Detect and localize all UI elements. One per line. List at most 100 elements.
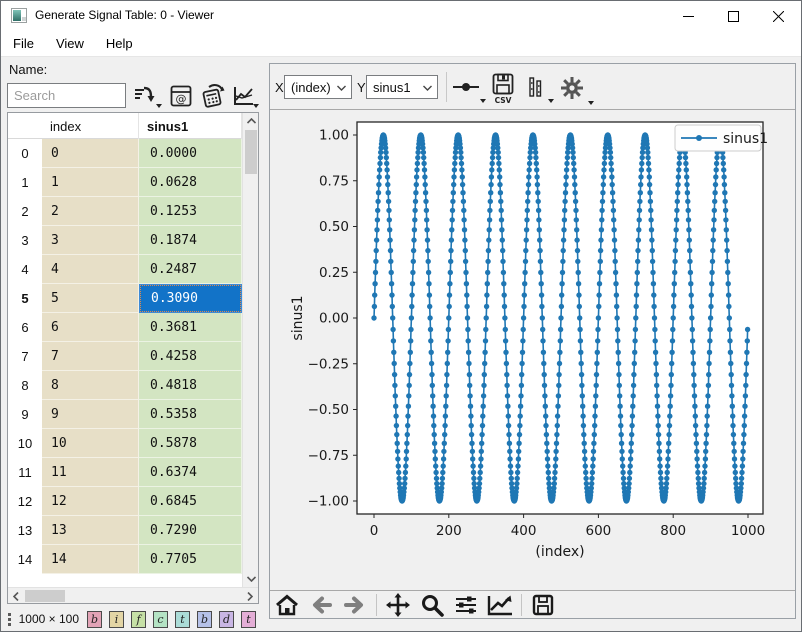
title-bar[interactable]: Generate Signal Table: 0 - Viewer [1, 1, 801, 31]
cell-index[interactable]: 10 [42, 429, 139, 458]
menu-file[interactable]: File [3, 32, 44, 55]
cell-sinus1[interactable]: 0.4818 [139, 371, 242, 400]
y-axis-selector-label: Y [357, 80, 366, 95]
scroll-down-icon[interactable] [243, 571, 259, 587]
calculator-refresh-button[interactable] [198, 82, 229, 110]
cell-index[interactable]: 5 [42, 284, 139, 313]
cell-index[interactable]: 13 [42, 516, 139, 545]
row-header[interactable]: 9 [8, 400, 42, 429]
search-input[interactable] [7, 83, 126, 108]
row-header[interactable]: 1 [8, 168, 42, 197]
row-header[interactable]: 6 [8, 313, 42, 342]
table-header: index sinus1 [8, 113, 242, 139]
x-axis-label: (index) [535, 544, 584, 560]
sliders-icon [454, 594, 478, 616]
cell-index[interactable]: 9 [42, 400, 139, 429]
scroll-right-icon[interactable] [242, 588, 258, 604]
type-badge-i: i [109, 611, 124, 628]
customize-button[interactable] [483, 592, 517, 618]
sort-filter-button[interactable] [129, 82, 163, 110]
row-header[interactable]: 3 [8, 226, 42, 255]
vertical-scrollbar[interactable] [242, 113, 258, 587]
row-header[interactable]: 12 [8, 487, 42, 516]
y-tick-label: −0.25 [308, 356, 349, 372]
maximize-button[interactable] [711, 1, 756, 31]
scroll-left-icon[interactable] [8, 588, 24, 604]
zoom-button[interactable] [415, 592, 449, 618]
cell-sinus1[interactable]: 0.1253 [139, 197, 242, 226]
cell-sinus1[interactable]: 0.1874 [139, 226, 242, 255]
cell-index[interactable]: 8 [42, 371, 139, 400]
table-address-button[interactable]: @ [166, 82, 196, 110]
home-button[interactable] [270, 592, 304, 618]
cell-index[interactable]: 0 [42, 139, 139, 168]
plot-panel: X (index) Y sinus1 [269, 63, 796, 619]
cell-index[interactable]: 14 [42, 545, 139, 574]
x-tick-label: 400 [511, 523, 537, 539]
horizontal-scrollbar[interactable] [8, 587, 258, 603]
plot-canvas[interactable]: 020040060080010001.000.750.500.250.00−0.… [270, 111, 795, 589]
forward-button[interactable] [338, 592, 372, 618]
plot-type-button[interactable] [229, 82, 259, 110]
home-icon [275, 594, 299, 616]
cell-index[interactable]: 4 [42, 255, 139, 284]
cell-sinus1[interactable]: 0.7290 [139, 516, 242, 545]
minimize-button[interactable] [666, 1, 711, 31]
type-badge-c: c [153, 611, 168, 628]
column-header-index[interactable]: index [42, 113, 139, 139]
cell-index[interactable]: 11 [42, 458, 139, 487]
x-axis-select[interactable]: (index) [284, 75, 352, 99]
back-button[interactable] [304, 592, 338, 618]
cell-sinus1[interactable]: 0.0000 [139, 139, 242, 168]
save-button[interactable] [526, 592, 560, 618]
legend-label: sinus1 [723, 131, 768, 147]
export-csv-button[interactable]: CSV [490, 71, 522, 107]
row-header[interactable]: 8 [8, 371, 42, 400]
cell-index[interactable]: 2 [42, 197, 139, 226]
bin-settings-button[interactable] [526, 71, 552, 103]
cell-sinus1[interactable]: 0.0628 [139, 168, 242, 197]
cell-index[interactable]: 3 [42, 226, 139, 255]
plot-settings-button[interactable] [558, 71, 594, 105]
subplots-button[interactable] [449, 592, 483, 618]
back-arrow-icon [310, 595, 332, 615]
plot-nav-toolbar [270, 590, 795, 618]
row-header[interactable]: 5 [8, 284, 42, 313]
type-badge-b: b [87, 611, 102, 628]
y-axis-select[interactable]: sinus1 [366, 75, 438, 99]
horizontal-scroll-thumb[interactable] [25, 590, 65, 602]
cell-index[interactable]: 12 [42, 487, 139, 516]
y-tick-label: −0.75 [308, 448, 349, 464]
column-header-sinus1[interactable]: sinus1 [139, 113, 242, 139]
cell-sinus1[interactable]: 0.6374 [139, 458, 242, 487]
cell-sinus1[interactable]: 0.5878 [139, 429, 242, 458]
vertical-scroll-thumb[interactable] [245, 130, 257, 174]
row-header[interactable]: 2 [8, 197, 42, 226]
x-tick-label: 1000 [731, 523, 765, 539]
cell-index[interactable]: 1 [42, 168, 139, 197]
row-header[interactable]: 4 [8, 255, 42, 284]
scroll-up-icon[interactable] [243, 113, 259, 129]
close-button[interactable] [756, 1, 801, 31]
cell-sinus1[interactable]: 0.2487 [139, 255, 242, 284]
cell-sinus1[interactable]: 0.3681 [139, 313, 242, 342]
cell-index[interactable]: 6 [42, 313, 139, 342]
cell-sinus1-selected[interactable]: 0.3090 [139, 284, 242, 313]
drag-handle-icon[interactable] [7, 611, 11, 628]
cell-sinus1[interactable]: 0.5358 [139, 400, 242, 429]
menu-view[interactable]: View [46, 32, 94, 55]
cell-sinus1[interactable]: 0.7705 [139, 545, 242, 574]
cell-index[interactable]: 7 [42, 342, 139, 371]
viewer-window: Generate Signal Table: 0 - Viewer File V… [0, 0, 802, 632]
row-header[interactable]: 10 [8, 429, 42, 458]
row-header[interactable]: 13 [8, 516, 42, 545]
menu-help[interactable]: Help [96, 32, 143, 55]
cell-sinus1[interactable]: 0.6845 [139, 487, 242, 516]
row-header[interactable]: 11 [8, 458, 42, 487]
row-header[interactable]: 0 [8, 139, 42, 168]
pan-button[interactable] [381, 592, 415, 618]
marker-style-button[interactable] [452, 71, 486, 103]
cell-sinus1[interactable]: 0.4258 [139, 342, 242, 371]
row-header[interactable]: 14 [8, 545, 42, 574]
row-header[interactable]: 7 [8, 342, 42, 371]
